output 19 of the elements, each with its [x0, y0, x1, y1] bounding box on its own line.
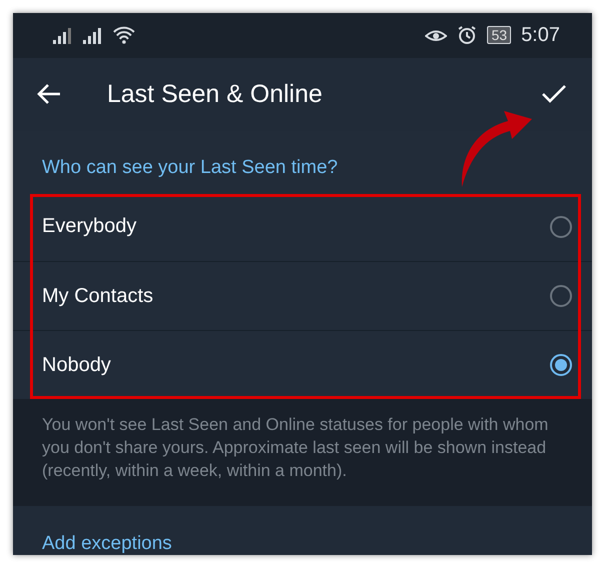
- privacy-option[interactable]: Everybody: [13, 192, 592, 261]
- battery-level: 53: [487, 26, 512, 44]
- radio-button[interactable]: [550, 285, 572, 307]
- signal-icon: [83, 26, 103, 44]
- add-exceptions-link[interactable]: Add exceptions: [42, 533, 172, 554]
- screen-title: Last Seen & Online: [107, 80, 324, 109]
- checkmark-icon: [542, 84, 566, 104]
- section-header: Who can see your Last Seen time?: [41, 157, 339, 179]
- wifi-icon: [113, 26, 135, 44]
- clock-time: 5:07: [521, 24, 560, 47]
- privacy-option[interactable]: My Contacts: [13, 261, 592, 330]
- radio-button[interactable]: [550, 216, 572, 238]
- confirm-button[interactable]: [542, 84, 566, 104]
- signal-icon: [53, 26, 73, 44]
- alarm-icon: [457, 25, 478, 46]
- back-button[interactable]: [37, 83, 61, 106]
- back-arrow-icon: [37, 83, 61, 106]
- radio-button[interactable]: [550, 354, 572, 376]
- hint-text: You won't see Last Seen and Online statuses for people with whom you don't share yours. Approximate last seen will be shown instead (recently, within a week, within a month).: [13, 399, 592, 506]
